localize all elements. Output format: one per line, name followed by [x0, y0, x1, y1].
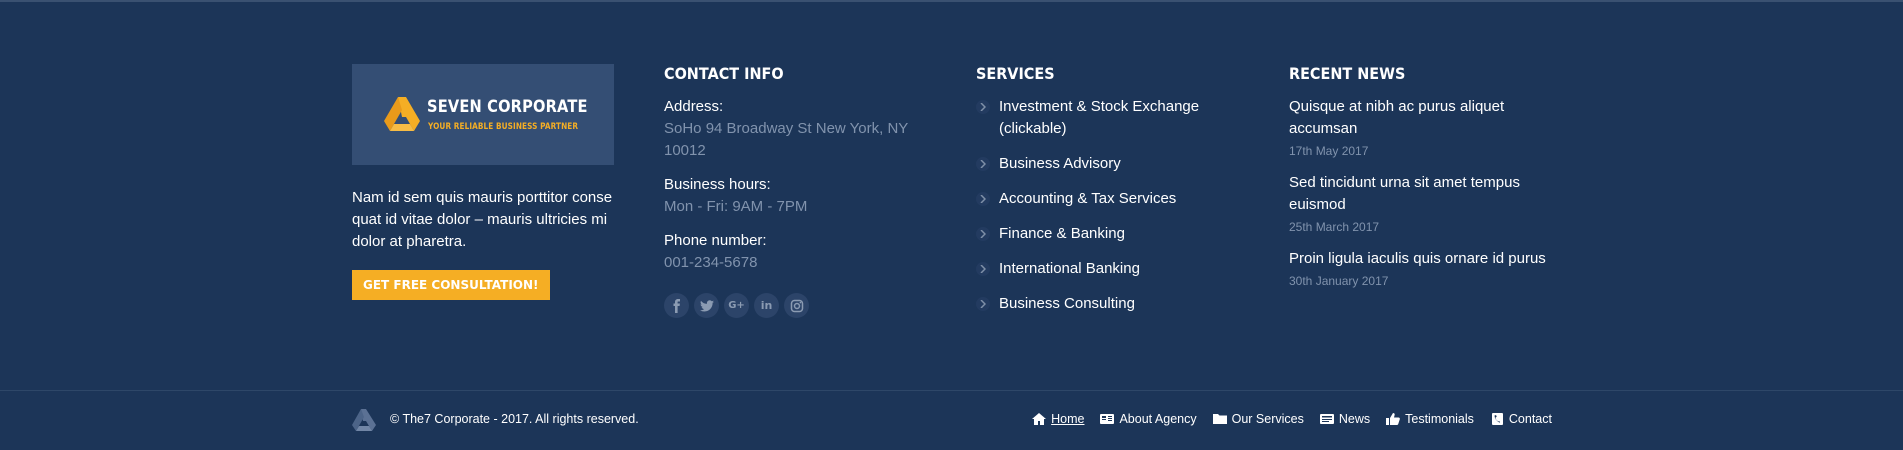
brand-tagline: YOUR RELIABLE BUSINESS PARTNER — [428, 122, 579, 132]
news-item: Proin ligula iaculis quis ornare id puru… — [1289, 248, 1553, 290]
nav-label: Our Services — [1231, 412, 1304, 426]
bottom-nav: Home About Agency Our Services News Test… — [1032, 412, 1552, 426]
contact-icon — [1491, 413, 1503, 425]
hours-label: Business hours: — [664, 176, 771, 193]
service-label: Finance & Banking — [999, 225, 1125, 242]
chevron-right-icon — [976, 157, 990, 171]
chevron-right-icon — [976, 297, 990, 311]
service-label: Investment & Stock Exchange (clickable) — [999, 98, 1200, 137]
news-title: RECENT NEWS — [1289, 64, 1406, 83]
news-item: Quisque at nibh ac purus aliquet accumsa… — [1289, 96, 1553, 160]
service-item-consulting[interactable]: Business Consulting — [976, 293, 1240, 315]
services-list: Investment & Stock Exchange (clickable) … — [976, 96, 1240, 315]
service-label: Accounting & Tax Services — [999, 190, 1177, 207]
bottom-bar: © The7 Corporate - 2017. All rights rese… — [352, 408, 1552, 432]
home-icon — [1032, 413, 1047, 425]
twitter-icon[interactable] — [694, 293, 719, 318]
footer-contact-column: CONTACT INFO Address: SoHo 94 Broadway S… — [664, 64, 928, 318]
service-item-investment[interactable]: Investment & Stock Exchange (clickable) — [976, 96, 1240, 140]
address-value: SoHo 94 Broadway St New York, NY 10012 — [664, 120, 909, 159]
brand-name: SEVEN CORPORATE — [427, 97, 588, 117]
service-item-finance[interactable]: Finance & Banking — [976, 223, 1240, 245]
linkedin-icon[interactable]: in — [754, 293, 779, 318]
phone-label: Phone number: — [664, 232, 767, 249]
newspaper-icon — [1319, 414, 1334, 424]
news-link[interactable]: Quisque at nibh ac purus aliquet accumsa… — [1289, 96, 1553, 140]
google-plus-icon[interactable]: G+ — [724, 293, 749, 318]
nav-link-about[interactable]: About Agency — [1100, 412, 1197, 426]
free-consultation-button[interactable]: GET FREE CONSULTATION! — [352, 270, 550, 300]
footer-news-column: RECENT NEWS Quisque at nibh ac purus ali… — [1289, 64, 1553, 302]
service-item-accounting[interactable]: Accounting & Tax Services — [976, 188, 1240, 210]
copyright-text: © The7 Corporate - 2017. All rights rese… — [390, 412, 639, 426]
thumbs-up-icon — [1386, 413, 1401, 425]
nav-link-news[interactable]: News — [1319, 412, 1371, 426]
chevron-right-icon — [976, 262, 990, 276]
news-list: Quisque at nibh ac purus aliquet accumsa… — [1289, 96, 1553, 290]
nav-link-home[interactable]: Home — [1032, 412, 1084, 426]
nav-label: Home — [1051, 412, 1085, 426]
service-item-international[interactable]: International Banking — [976, 258, 1240, 280]
news-link[interactable]: Proin ligula iaculis quis ornare id puru… — [1289, 248, 1553, 270]
chevron-right-icon — [976, 227, 990, 241]
news-link[interactable]: Sed tincidunt urna sit amet tempus euism… — [1289, 172, 1553, 216]
nav-link-services[interactable]: Our Services — [1212, 412, 1304, 426]
top-border — [0, 0, 1903, 2]
folder-icon — [1212, 414, 1227, 424]
nav-label: Testimonials — [1405, 412, 1474, 426]
about-text: Nam id sem quis mauris porttitor conse q… — [352, 189, 613, 250]
contact-title: CONTACT INFO — [664, 64, 784, 83]
footer-widgets: SEVEN CORPORATE YOUR RELIABLE BUSINESS P… — [352, 64, 1552, 324]
nav-label: Contact — [1508, 412, 1552, 426]
footer-logo[interactable]: SEVEN CORPORATE YOUR RELIABLE BUSINESS P… — [352, 64, 614, 165]
phone-value: 001-234-5678 — [664, 254, 758, 271]
service-label: Business Consulting — [999, 295, 1135, 312]
footer-services-column: SERVICES Investment & Stock Exchange (cl… — [976, 64, 1240, 328]
chevron-right-icon — [976, 192, 990, 206]
small-logo-icon[interactable] — [352, 409, 376, 431]
facebook-icon[interactable] — [664, 293, 689, 318]
social-links: G+ in — [664, 293, 928, 318]
id-card-icon — [1100, 414, 1115, 424]
hours-value: Mon - Fri: 9AM - 7PM — [664, 198, 808, 215]
service-label: Business Advisory — [999, 155, 1121, 172]
instagram-icon[interactable] — [784, 293, 809, 318]
chevron-right-icon — [976, 100, 990, 114]
news-date: 17th May 2017 — [1289, 144, 1369, 158]
footer-about-column: SEVEN CORPORATE YOUR RELIABLE BUSINESS P… — [352, 64, 616, 300]
nav-link-testimonials[interactable]: Testimonials — [1386, 412, 1474, 426]
service-label: International Banking — [999, 260, 1140, 277]
nav-label: About Agency — [1119, 412, 1197, 426]
service-item-advisory[interactable]: Business Advisory — [976, 153, 1240, 175]
nav-link-contact[interactable]: Contact — [1490, 412, 1552, 426]
nav-label: News — [1338, 412, 1371, 426]
news-date: 30th January 2017 — [1289, 274, 1389, 288]
news-item: Sed tincidunt urna sit amet tempus euism… — [1289, 172, 1553, 236]
services-title: SERVICES — [976, 64, 1055, 83]
news-date: 25th March 2017 — [1289, 220, 1380, 234]
address-label: Address: — [664, 98, 724, 115]
logo-mark-icon — [384, 97, 420, 131]
bottom-divider — [0, 390, 1903, 391]
